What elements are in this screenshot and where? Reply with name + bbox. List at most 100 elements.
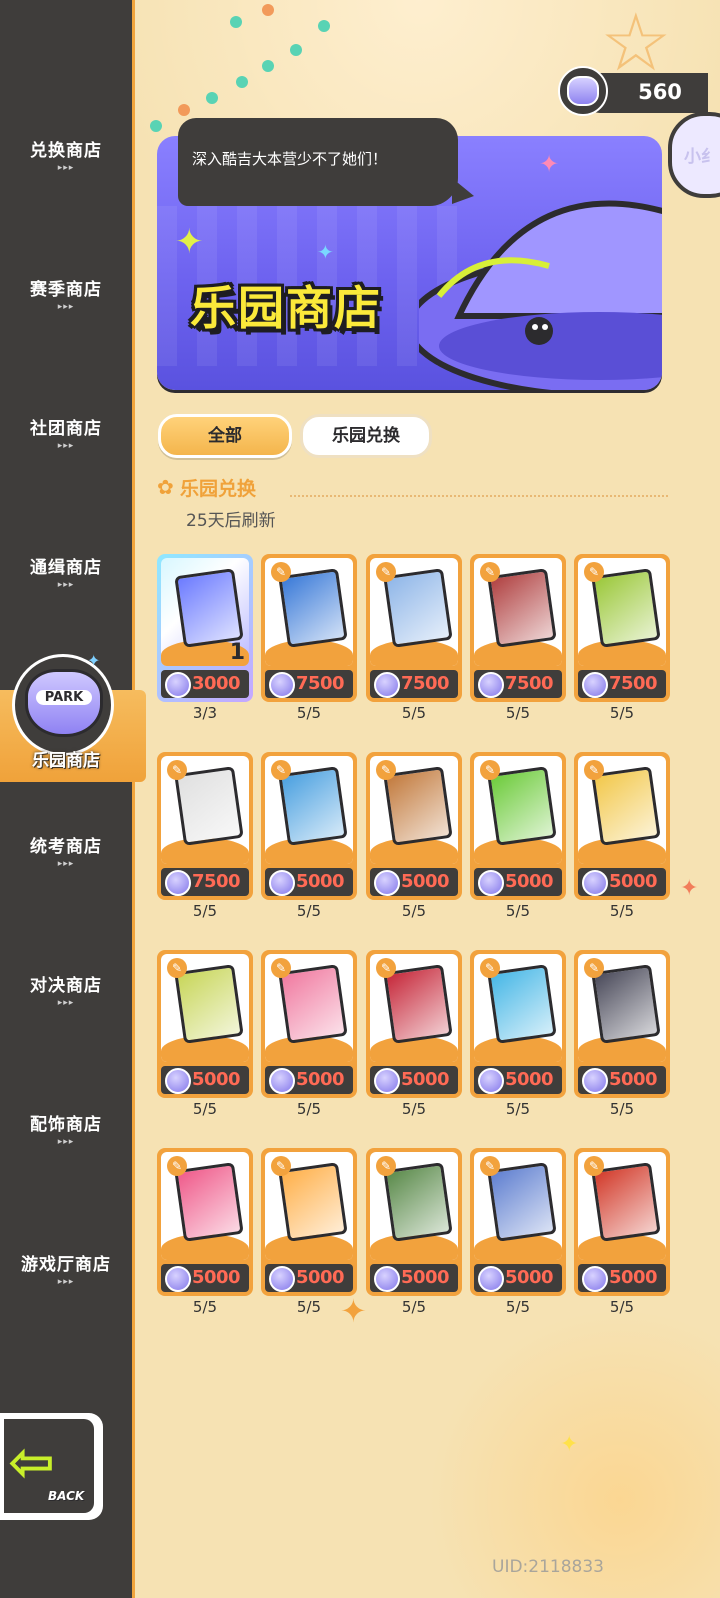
price-value: 5000	[608, 1069, 658, 1090]
item-image: ✎	[578, 756, 666, 864]
sidebar-item-club-shop[interactable]: 社团商店 ▸▸▸	[0, 414, 132, 451]
shop-item-card[interactable]: ✎ 5000 5/5	[261, 752, 357, 924]
character-card-art	[591, 766, 661, 846]
shop-item-card[interactable]: ✎ 5000 5/5	[574, 752, 670, 924]
shop-item-card[interactable]: ✎ 7500 5/5	[574, 554, 670, 726]
shop-item-card[interactable]: ✎ 5000 5/5	[574, 950, 670, 1122]
purchase-limit: 5/5	[296, 902, 322, 920]
shop-item-card[interactable]: ✎ 5000 5/5	[157, 1148, 253, 1320]
purchase-limit: 5/5	[401, 704, 427, 722]
sidebar-item-exam-shop[interactable]: 统考商店 ▸▸▸	[0, 832, 132, 869]
chevrons-icon: ▸▸▸	[57, 998, 75, 1008]
price-value: 5000	[191, 1267, 241, 1288]
sidebar-item-label: 配饰商店	[30, 1115, 102, 1135]
item-image: ✎	[265, 756, 353, 864]
sidebar-item-label: 统考商店	[30, 837, 102, 857]
character-card-art	[278, 964, 348, 1044]
sparkle-icon: ✦	[87, 651, 101, 670]
sidebar-item-season-shop[interactable]: 赛季商店 ▸▸▸	[0, 275, 132, 312]
banner-title: 乐园商店	[190, 281, 382, 335]
item-type-icon: ✎	[480, 958, 500, 978]
sidebar-item-arcade-shop[interactable]: 游戏厅商店 ▸▸▸	[0, 1250, 132, 1287]
shop-item-card[interactable]: ✎ 5000 5/5	[574, 1148, 670, 1320]
price-value: 7500	[191, 871, 241, 892]
item-type-icon: ✎	[480, 1156, 500, 1176]
item-type-icon: ✎	[584, 760, 604, 780]
sidebar-item-wanted-shop[interactable]: 通缉商店 ▸▸▸	[0, 553, 132, 590]
sidebar-item-exchange-shop[interactable]: 兑换商店 ▸▸▸	[0, 136, 132, 173]
sparkle-icon: ✦	[539, 150, 560, 178]
item-price: 7500	[265, 670, 353, 698]
price-value: 5000	[191, 1069, 241, 1090]
shop-item-card[interactable]: ✎ 5000 5/5	[157, 950, 253, 1122]
item-image: ✎	[161, 1152, 249, 1260]
sidebar-item-label: 兑换商店	[30, 141, 102, 161]
shop-item-card[interactable]: 1 3000 3/3	[157, 554, 253, 726]
item-price: 7500	[161, 868, 249, 896]
character-card-art	[591, 1162, 661, 1242]
sparkle-icon: ✦	[317, 240, 334, 264]
shop-item-card[interactable]: ✎ 5000 5/5	[366, 1148, 462, 1320]
shop-item-card[interactable]: ✎ 7500 5/5	[366, 554, 462, 726]
shop-item-card[interactable]: ✎ 5000 5/5	[366, 752, 462, 924]
park-coin-icon	[558, 66, 608, 116]
shop-item-card[interactable]: ✎ 5000 5/5	[366, 950, 462, 1122]
item-type-icon: ✎	[167, 1156, 187, 1176]
price-value: 5000	[295, 1069, 345, 1090]
shop-item-card[interactable]: ✎ 5000 5/5	[470, 1148, 566, 1320]
tab-all[interactable]: 全部	[158, 414, 292, 458]
flower-icon: ✿	[157, 475, 174, 499]
sidebar-item-duel-shop[interactable]: 对决商店 ▸▸▸	[0, 971, 132, 1008]
chevrons-icon: ▸▸▸	[57, 441, 75, 451]
purchase-limit: 5/5	[505, 1100, 531, 1118]
price-value: 7500	[400, 673, 450, 694]
shop-item-card[interactable]: ✎ 7500 5/5	[261, 554, 357, 726]
character-card-art	[174, 964, 244, 1044]
chevrons-icon: ▸▸▸	[57, 302, 75, 312]
item-type-icon: ✎	[271, 760, 291, 780]
sidebar: 兑换商店 ▸▸▸ 赛季商店 ▸▸▸ 社团商店 ▸▸▸ 通缉商店 ▸▸▸ 统考商店…	[0, 0, 135, 1598]
item-type-icon: ✎	[167, 958, 187, 978]
speech-bubble: 深入酷吉大本营少不了她们！	[178, 118, 458, 206]
item-price: 5000	[370, 1066, 458, 1094]
decor-star-icon: ✦	[340, 1292, 367, 1330]
sidebar-item-park-shop[interactable]: PARK ✦ 乐园商店	[0, 651, 146, 782]
speech-text: 深入酷吉大本营少不了她们！	[192, 150, 388, 168]
purchase-limit: 5/5	[505, 902, 531, 920]
shop-item-card[interactable]: ✎ 5000 5/5	[470, 752, 566, 924]
divider	[290, 495, 668, 497]
park-badge-icon: PARK ✦	[12, 651, 114, 756]
side-orb-label: 小纟	[684, 147, 718, 167]
chevrons-icon: ▸▸▸	[57, 163, 75, 173]
purchase-limit: 5/5	[296, 1100, 322, 1118]
item-type-icon: ✎	[376, 1156, 396, 1176]
sidebar-item-accessory-shop[interactable]: 配饰商店 ▸▸▸	[0, 1110, 132, 1147]
side-orb-button[interactable]: 小纟	[668, 112, 720, 198]
character-card-art	[278, 1162, 348, 1242]
item-price: 7500	[578, 670, 666, 698]
purchase-limit: 5/5	[192, 902, 218, 920]
purchase-limit: 5/5	[401, 1298, 427, 1316]
item-price: 3000	[161, 670, 249, 698]
shop-item-card[interactable]: ✎ 7500 5/5	[470, 554, 566, 726]
purchase-limit: 5/5	[505, 704, 531, 722]
tab-park-exchange[interactable]: 乐园兑换	[300, 414, 432, 458]
purchase-limit: 3/3	[192, 704, 218, 722]
shop-item-card[interactable]: ✎ 7500 5/5	[157, 752, 253, 924]
character-card-art	[487, 766, 557, 846]
item-image: ✎	[578, 1152, 666, 1260]
item-price: 5000	[265, 1264, 353, 1292]
item-price: 5000	[474, 1264, 562, 1292]
item-image: ✎	[265, 1152, 353, 1260]
back-label: BACK	[48, 1489, 85, 1503]
purchase-limit: 5/5	[192, 1100, 218, 1118]
purchase-limit: 5/5	[609, 704, 635, 722]
purchase-limit: 5/5	[609, 902, 635, 920]
shop-item-card[interactable]: ✎ 5000 5/5	[470, 950, 566, 1122]
back-button[interactable]: ⇦ BACK	[0, 1413, 103, 1520]
item-image: ✎	[474, 1152, 562, 1260]
item-type-icon: ✎	[584, 958, 604, 978]
item-type-icon: ✎	[376, 562, 396, 582]
shop-item-card[interactable]: ✎ 5000 5/5	[261, 950, 357, 1122]
item-image: ✎	[370, 558, 458, 666]
